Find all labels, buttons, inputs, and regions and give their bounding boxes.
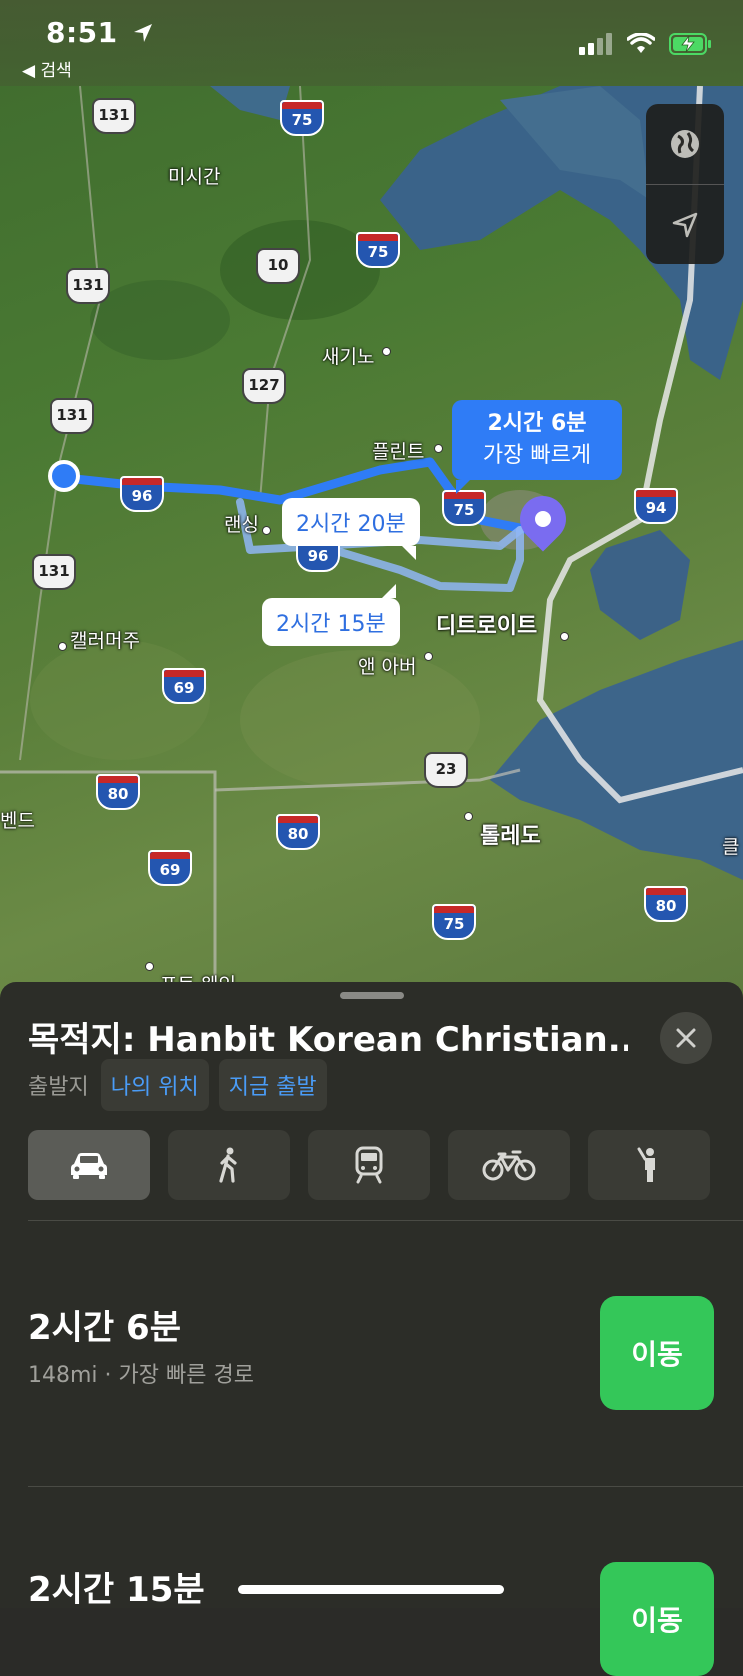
globe-icon <box>671 130 699 158</box>
mode-cycle-button[interactable] <box>448 1130 570 1200</box>
highway-shield-us-127: 127 <box>242 368 286 404</box>
highway-shield-i-94: 94 <box>634 488 678 524</box>
route-bubble-alt-2[interactable]: 2시간 15분 <box>262 584 400 646</box>
bike-icon <box>482 1150 536 1181</box>
back-to-search-link[interactable]: ◀ 검색 <box>22 56 72 81</box>
highway-shield-us-131: 131 <box>66 268 110 304</box>
map-mode-button[interactable] <box>646 104 724 184</box>
highway-shield-i-80: 80 <box>96 774 140 810</box>
departure-time-chip[interactable]: 지금 출발 <box>218 1059 327 1111</box>
city-dot <box>262 526 271 535</box>
highway-shield-i-96: 96 <box>120 476 164 512</box>
city-dot <box>464 812 473 821</box>
directions-sheet: 목적지: Hanbit Korean Christian... 출발지 나의 위… <box>0 982 743 1676</box>
highway-shield-i-69: 69 <box>148 850 192 886</box>
highway-shield-us-131: 131 <box>50 398 94 434</box>
route-duration: 2시간 6분 <box>28 1308 181 1348</box>
transit-icon <box>355 1146 383 1184</box>
highway-shield-i-75: 75 <box>442 490 486 526</box>
transport-mode-selector <box>28 1130 710 1200</box>
go-button[interactable]: 이동 <box>600 1296 714 1410</box>
close-button[interactable] <box>660 1012 712 1064</box>
place-label-ann-arbor: 앤 아버 <box>358 656 417 678</box>
place-label-detroit: 디트로이트 <box>436 614 538 639</box>
go-button[interactable]: 이동 <box>600 1562 714 1676</box>
current-location-marker <box>48 460 80 492</box>
place-label-kalamazoo: 캘러머주 <box>70 630 140 652</box>
mode-transit-button[interactable] <box>308 1130 430 1200</box>
route-details: 148mi · 가장 빠른 경로 <box>28 1363 254 1388</box>
route-option-1[interactable]: 2시간 6분 148mi · 가장 빠른 경로 <box>28 1300 254 1389</box>
origin-my-location-chip[interactable]: 나의 위치 <box>100 1059 209 1111</box>
cellular-signal-icon <box>579 33 612 55</box>
city-dot <box>382 347 391 356</box>
car-icon <box>71 1153 107 1179</box>
location-services-icon <box>133 24 152 42</box>
locate-me-button[interactable] <box>646 185 724 265</box>
place-label-michigan: 미시간 <box>168 166 221 188</box>
route-bubble-fastest-tag: 가장 빠르게 <box>482 443 592 468</box>
origin-label: 출발지 <box>28 1075 89 1100</box>
place-label-lansing: 랜싱 <box>224 514 259 536</box>
highway-shield-i-75: 75 <box>432 904 476 940</box>
rideshare-icon <box>637 1147 655 1182</box>
route-bubble-alt-1[interactable]: 2시간 20분 <box>282 498 420 560</box>
highway-shield-us-131: 131 <box>92 98 136 134</box>
place-label-toledo: 톨레도 <box>480 824 541 849</box>
mode-walk-button[interactable] <box>168 1130 290 1200</box>
highway-shield-i-75: 75 <box>280 100 324 136</box>
location-arrow-icon <box>672 212 698 238</box>
place-label-flint: 플린트 <box>372 441 425 463</box>
highway-shield-us-131: 131 <box>32 554 76 590</box>
status-bar: 8:51 ◀ 검색 <box>0 0 743 86</box>
status-time: 8:51 <box>46 16 154 49</box>
place-label-bend: 벤드 <box>0 810 35 832</box>
city-dot <box>560 632 569 641</box>
route-duration: 2시간 15분 <box>28 1570 205 1610</box>
map-view[interactable]: 미시간 새기노 플린트 랜싱 디트로이트 캘러머주 앤 아버 톨레도 포트 웨인… <box>0 0 743 1000</box>
wifi-icon <box>627 33 655 53</box>
place-label-partial: 클 <box>722 836 740 858</box>
origin-row: 출발지 나의 위치 지금 출발 <box>28 1059 327 1111</box>
section-divider <box>28 1486 743 1487</box>
mode-rideshare-button[interactable] <box>588 1130 710 1200</box>
route-bubble-alt-1-label: 2시간 20분 <box>296 512 406 537</box>
map-controls <box>646 104 724 264</box>
city-dot <box>434 444 443 453</box>
city-dot <box>145 962 154 971</box>
highway-shield-i-80: 80 <box>644 886 688 922</box>
place-label-saginaw: 새기노 <box>322 346 375 368</box>
highway-shield-i-80: 80 <box>276 814 320 850</box>
highway-shield-us-10: 10 <box>256 248 300 284</box>
route-bubble-fastest-duration: 2시간 6분 <box>487 411 587 436</box>
route-bubble-fastest[interactable]: 2시간 6분 가장 빠르게 <box>452 400 622 494</box>
status-icons <box>579 32 713 56</box>
home-indicator[interactable] <box>238 1585 504 1594</box>
route-bubble-alt-2-label: 2시간 15분 <box>276 612 386 637</box>
city-dot <box>424 652 433 661</box>
highway-shield-us-23: 23 <box>424 752 468 788</box>
sheet-grabber[interactable] <box>340 992 404 999</box>
city-dot <box>58 642 67 651</box>
route-option-2[interactable]: 2시간 15분 <box>28 1562 205 1611</box>
section-divider <box>28 1220 743 1221</box>
destination-title: 목적지: Hanbit Korean Christian... <box>28 1020 628 1060</box>
close-icon <box>676 1028 696 1048</box>
walk-icon <box>219 1147 237 1183</box>
mode-drive-button[interactable] <box>28 1130 150 1200</box>
battery-charging-icon <box>669 33 711 55</box>
highway-shield-i-75: 75 <box>356 232 400 268</box>
highway-shield-i-69: 69 <box>162 668 206 704</box>
status-time-text: 8:51 <box>46 16 118 49</box>
